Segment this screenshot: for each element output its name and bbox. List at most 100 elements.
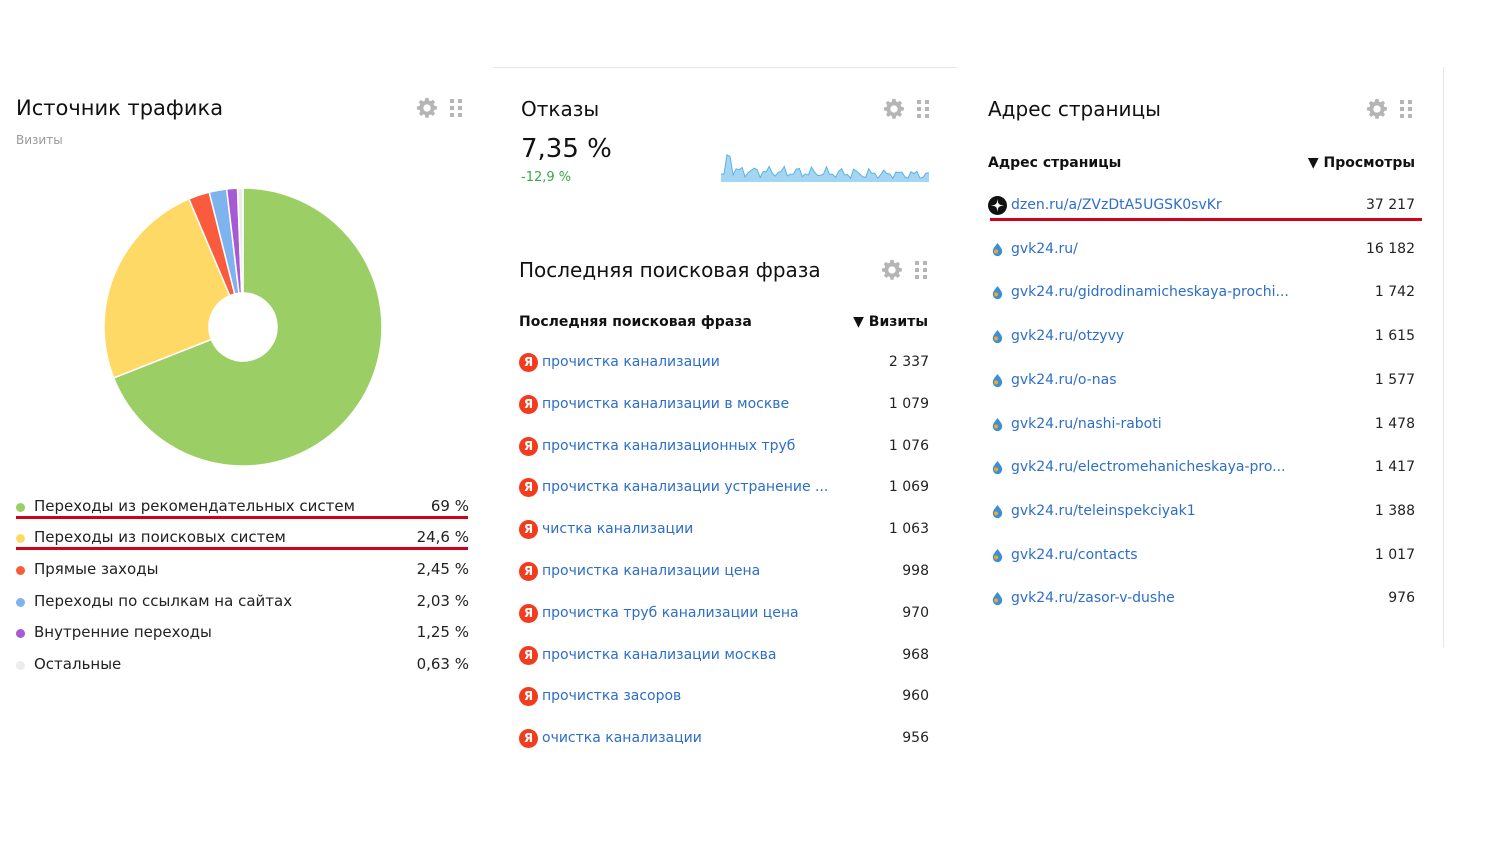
- grip-icon[interactable]: [1400, 100, 1412, 118]
- legend-item[interactable]: Прямые заходы 2,45 %: [16, 560, 469, 582]
- grip-icon[interactable]: [917, 100, 929, 118]
- yandex-icon: Я: [519, 478, 538, 498]
- search-phrase-row: Япрочистка труб канализации цена 970: [519, 603, 929, 626]
- page-address-views: 1 577: [1374, 371, 1415, 388]
- legend-value: 1,25 %: [416, 623, 469, 641]
- page-address-row: gvk24.ru/nashi-raboti 1 478: [988, 415, 1415, 437]
- yandex-icon: Я: [519, 562, 538, 581]
- yandex-icon: Я: [519, 603, 538, 623]
- search-phrase-link[interactable]: прочистка канализационных труб: [542, 438, 795, 454]
- legend-color-dot: [16, 566, 25, 575]
- yandex-icon: Я: [519, 729, 538, 749]
- search-phrase-visits: 968: [902, 646, 929, 663]
- page-address-link[interactable]: gvk24.ru/teleinspekciyak1: [1011, 503, 1196, 519]
- page-address-row: gvk24.ru/16 182: [988, 240, 1415, 262]
- page-address-row: gvk24.ru/electromehanicheskaya-pro... 1 4…: [988, 458, 1415, 480]
- panel-right-border: [1443, 67, 1444, 647]
- search-phrase-row: Ячистка канализации 1 063: [519, 520, 929, 542]
- site-favicon-icon: [992, 330, 1003, 344]
- page-address-views: 16 182: [1366, 240, 1415, 257]
- legend-item[interactable]: Остальные 0,63 %: [16, 655, 469, 677]
- page-address-link[interactable]: gvk24.ru/otzyvy: [1011, 328, 1124, 344]
- search-phrase-visits: 1 079: [888, 395, 929, 412]
- page-address-link[interactable]: gvk24.ru/nashi-raboti: [1011, 416, 1162, 432]
- page-address-views: 1 017: [1374, 546, 1415, 563]
- highlight-underline-3: [990, 218, 1422, 221]
- gear-icon[interactable]: [883, 98, 905, 120]
- page-address-link[interactable]: gvk24.ru/contacts: [1011, 547, 1138, 563]
- search-phrase-visits: 970: [902, 604, 929, 621]
- search-phrase-link[interactable]: прочистка засоров: [542, 688, 681, 704]
- yandex-icon: Я: [519, 520, 538, 540]
- page-address-row: gvk24.ru/gidrodinamicheskaya-prochi... 1 …: [988, 283, 1415, 305]
- yandex-icon: Я: [519, 436, 538, 456]
- legend-label: Внутренние переходы: [34, 623, 212, 641]
- site-favicon-icon: [992, 461, 1003, 475]
- page-address-row: dzen.ru/a/ZVzDtA5UGSK0svKr 37 217: [988, 196, 1415, 218]
- search-phrase-link[interactable]: прочистка канализации москва: [542, 647, 776, 663]
- traffic-tools: [416, 97, 462, 119]
- legend-color-dot: [16, 629, 25, 638]
- page-address-link[interactable]: gvk24.ru/o-nas: [1011, 372, 1117, 388]
- search-phrase-visits: 1 063: [888, 521, 929, 538]
- grip-icon[interactable]: [450, 99, 462, 117]
- panel-top-border: [493, 67, 957, 68]
- search-phrase-link[interactable]: прочистка труб канализации цена: [542, 605, 799, 621]
- search-phrase-row: Япрочистка канализации цена 998: [519, 562, 929, 584]
- legend-color-dot: [16, 661, 25, 670]
- page-address-link[interactable]: gvk24.ru/gidrodinamicheskaya-prochi...: [1011, 284, 1289, 300]
- page-address-row: gvk24.ru/otzyvy 1 615: [988, 327, 1415, 349]
- yandex-icon: Я: [519, 394, 538, 414]
- search-phrase-visits: 956: [902, 730, 929, 747]
- legend-label: Переходы по ссылкам на сайтах: [34, 592, 293, 610]
- yandex-icon: Я: [519, 687, 538, 707]
- site-favicon-icon: [992, 592, 1003, 606]
- legend-item[interactable]: Переходы по ссылкам на сайтах 2,03 %: [16, 592, 469, 614]
- bounce-rate-value: 7,35 %: [521, 134, 612, 164]
- page-address-link[interactable]: gvk24.ru/: [1011, 241, 1078, 257]
- traffic-source-subtitle: Визиты: [16, 133, 63, 147]
- search-phrase-row: Япрочистка засоров 960: [519, 687, 929, 709]
- pages-col-views[interactable]: ▼ Просмотры: [1308, 155, 1415, 171]
- legend-item[interactable]: Внутренние переходы 1,25 %: [16, 623, 469, 645]
- search-phrase-link[interactable]: прочистка канализации: [542, 354, 720, 370]
- search-phrase-row: Яочистка канализации 956: [519, 729, 929, 751]
- search-phrase-visits: 960: [902, 688, 929, 705]
- page-address-link[interactable]: gvk24.ru/zasor-v-dushe: [1011, 590, 1175, 606]
- search-phrase-row: Япрочистка канализации в москве 1 079: [519, 394, 929, 417]
- search-phrase-visits: 998: [902, 563, 929, 579]
- gear-icon[interactable]: [416, 97, 438, 119]
- grip-icon[interactable]: [915, 261, 927, 279]
- legend-color-dot: [16, 598, 25, 607]
- page-address-link[interactable]: dzen.ru/a/ZVzDtA5UGSK0svKr: [1011, 197, 1222, 213]
- yandex-icon: Я: [519, 645, 538, 665]
- traffic-source-title: Источник трафика: [16, 96, 224, 120]
- site-favicon-icon: [992, 286, 1003, 300]
- search-phrase-link[interactable]: прочистка канализации цена: [542, 563, 760, 579]
- legend-value: 69 %: [430, 497, 469, 515]
- yandex-icon: Я: [519, 353, 538, 372]
- page-address-title: Адрес страницы: [988, 97, 1161, 121]
- search-phrase-link[interactable]: очистка канализации: [542, 730, 702, 746]
- page-address-views: 1 615: [1374, 328, 1415, 345]
- site-favicon-icon: [992, 504, 1003, 518]
- page-address-link[interactable]: gvk24.ru/electromehanicheskaya-pro...: [1011, 459, 1286, 475]
- legend-value: 24,6 %: [416, 528, 469, 546]
- page-address-views: 37 217: [1366, 197, 1415, 213]
- pages-col-url[interactable]: Адрес страницы: [988, 155, 1121, 171]
- page-address-views: 976: [1388, 590, 1415, 607]
- search-phrase-link[interactable]: чистка канализации: [542, 521, 693, 537]
- gear-icon[interactable]: [1366, 98, 1388, 120]
- site-favicon-icon: [992, 242, 1003, 256]
- page-address-views: 1 417: [1374, 459, 1415, 476]
- page-address-views: 1 388: [1374, 502, 1415, 519]
- search-col-visits[interactable]: ▼ Визиты: [853, 314, 928, 330]
- search-tools: [881, 259, 927, 281]
- search-phrase-link[interactable]: прочистка канализации устранение ...: [542, 479, 828, 495]
- search-col-phrase[interactable]: Последняя поисковая фраза: [519, 314, 752, 330]
- legend-color-dot: [16, 534, 25, 543]
- gear-icon[interactable]: [881, 259, 903, 281]
- search-phrase-link[interactable]: прочистка канализации в москве: [542, 396, 789, 412]
- search-phrase-row: Япрочистка канализации 2 337: [519, 353, 929, 375]
- search-phrase-row: Япрочистка канализации устранение ... 1 0…: [519, 478, 929, 500]
